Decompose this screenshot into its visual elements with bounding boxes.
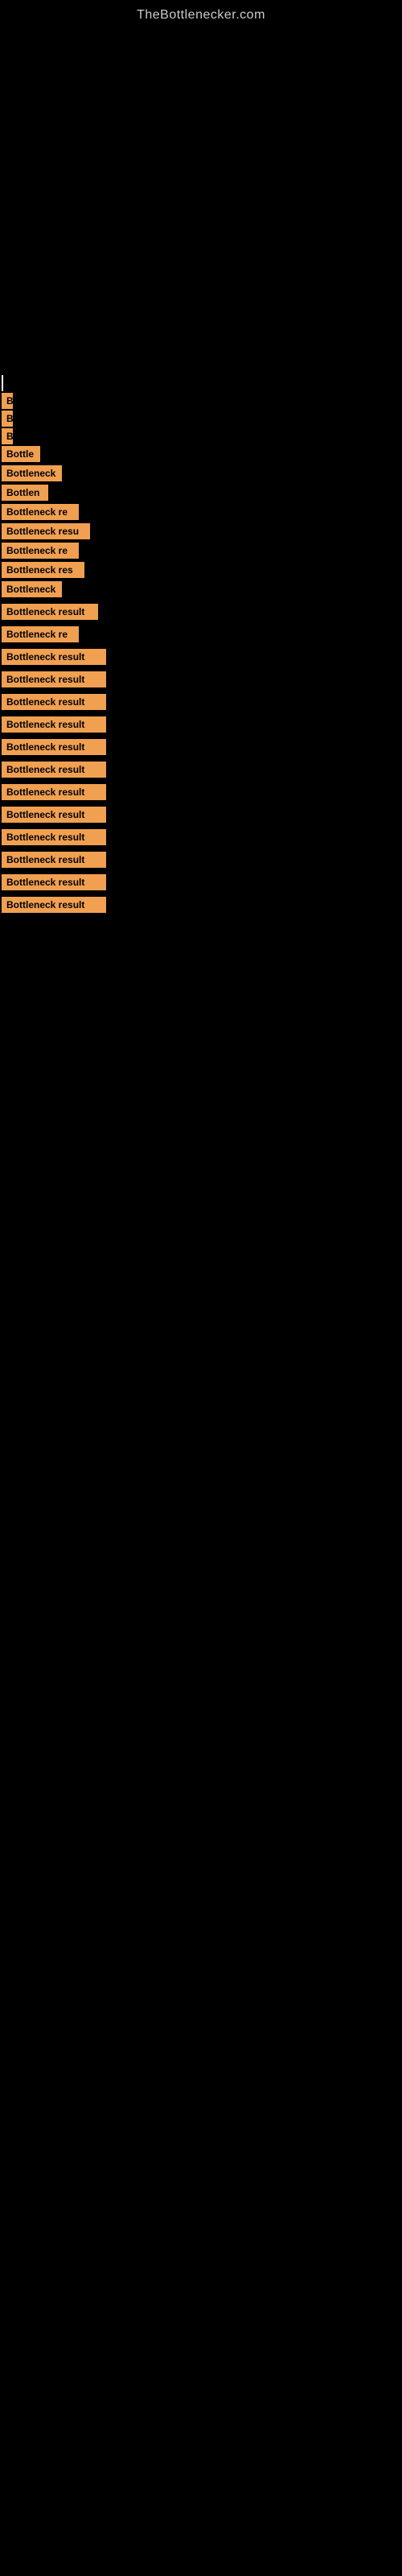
list-item: Bottleneck result bbox=[2, 897, 402, 913]
bottleneck-result-label: B bbox=[2, 393, 13, 409]
list-item: Bottleneck result bbox=[2, 852, 402, 868]
bottleneck-result-label: Bottleneck bbox=[2, 465, 62, 481]
list-item: B bbox=[2, 428, 402, 444]
bottleneck-result-label: Bottleneck bbox=[2, 581, 62, 597]
bottleneck-result-label: B bbox=[2, 428, 13, 444]
list-item: Bottleneck result bbox=[2, 784, 402, 800]
bottleneck-result-label: Bottleneck res bbox=[2, 562, 84, 578]
list-item: Bottleneck result bbox=[2, 807, 402, 823]
list-item: Bottleneck res bbox=[2, 562, 402, 578]
list-item: Bottleneck result bbox=[2, 671, 402, 687]
bottleneck-result-label: Bottleneck result bbox=[2, 807, 106, 823]
bottleneck-result-label: Bottleneck result bbox=[2, 694, 106, 710]
bottleneck-result-label: Bottleneck result bbox=[2, 762, 106, 778]
bottleneck-result-label: Bottleneck result bbox=[2, 739, 106, 755]
bottleneck-result-label: Bottle bbox=[2, 446, 40, 462]
bottleneck-result-label: B bbox=[2, 411, 13, 427]
list-item: Bottleneck result bbox=[2, 829, 402, 845]
list-item: Bottleneck result bbox=[2, 604, 402, 620]
list-item: Bottle bbox=[2, 446, 402, 462]
bottleneck-result-label: Bottleneck result bbox=[2, 671, 106, 687]
list-item: Bottlen bbox=[2, 485, 402, 501]
list-item: Bottleneck result bbox=[2, 694, 402, 710]
bottleneck-result-label: Bottleneck result bbox=[2, 897, 106, 913]
bottleneck-result-label: Bottlen bbox=[2, 485, 48, 501]
bottleneck-result-label: Bottleneck result bbox=[2, 829, 106, 845]
list-item: Bottleneck result bbox=[2, 739, 402, 755]
list-item: Bottleneck bbox=[2, 581, 402, 597]
list-item: Bottleneck re bbox=[2, 543, 402, 559]
bottleneck-result-label: Bottleneck result bbox=[2, 716, 106, 733]
list-item: B bbox=[2, 411, 402, 427]
cursor-line bbox=[2, 375, 3, 391]
list-item: Bottleneck re bbox=[2, 504, 402, 520]
list-item: Bottleneck resu bbox=[2, 523, 402, 539]
list-item: Bottleneck re bbox=[2, 626, 402, 642]
list-item: Bottleneck result bbox=[2, 762, 402, 778]
bottleneck-result-label: Bottleneck re bbox=[2, 504, 79, 520]
list-item: Bottleneck result bbox=[2, 716, 402, 733]
bottleneck-result-label: Bottleneck result bbox=[2, 649, 106, 665]
list-item: B bbox=[2, 393, 402, 409]
site-title: TheBottlenecker.com bbox=[0, 0, 402, 29]
bottleneck-result-label: Bottleneck result bbox=[2, 784, 106, 800]
list-item: Bottleneck result bbox=[2, 649, 402, 665]
bottleneck-result-label: Bottleneck result bbox=[2, 874, 106, 890]
items-container: BBBBottleBottleneckBottlenBottleneck reB… bbox=[0, 393, 402, 913]
bottleneck-result-label: Bottleneck result bbox=[2, 604, 98, 620]
bottleneck-result-label: Bottleneck re bbox=[2, 543, 79, 559]
list-item: Bottleneck bbox=[2, 465, 402, 481]
bottleneck-result-label: Bottleneck resu bbox=[2, 523, 90, 539]
list-item: Bottleneck result bbox=[2, 874, 402, 890]
bottleneck-result-label: Bottleneck result bbox=[2, 852, 106, 868]
bottleneck-result-label: Bottleneck re bbox=[2, 626, 79, 642]
